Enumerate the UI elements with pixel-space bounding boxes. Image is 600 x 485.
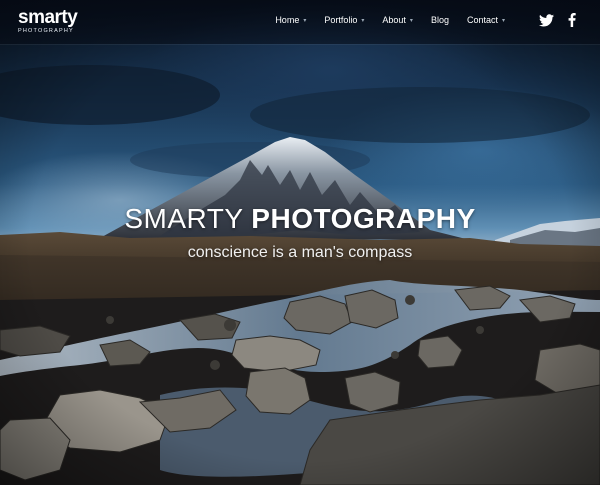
main-nav: Home ▾ Portfolio ▾ About ▾ Blog Contact …	[266, 15, 514, 25]
nav-item-about[interactable]: About ▾	[373, 15, 422, 25]
chevron-down-icon: ▾	[409, 17, 413, 24]
nav-item-blog[interactable]: Blog	[422, 15, 458, 25]
nav-item-label: Blog	[430, 15, 449, 25]
social-links	[539, 13, 576, 27]
nav-item-portfolio[interactable]: Portfolio ▾	[315, 15, 373, 25]
headline-bold-text: PHOTOGRAPHY	[251, 203, 476, 234]
brand-logo[interactable]: smarty PHOTOGRAPHY	[18, 7, 78, 35]
nav-item-label: Home	[275, 15, 300, 25]
chevron-down-icon: ▾	[361, 17, 365, 24]
nav-item-home[interactable]: Home ▾	[266, 15, 315, 25]
hero-tagline: conscience is a man's compass	[187, 244, 413, 261]
headline-light-text: SMARTY	[124, 203, 244, 234]
chevron-down-icon: ▾	[501, 17, 505, 24]
brand-name: smarty	[18, 7, 78, 28]
nav-item-label: Portfolio	[324, 15, 358, 25]
hero-section: smarty PHOTOGRAPHY Home ▾ Portfolio ▾ Ab…	[0, 0, 600, 485]
facebook-icon[interactable]	[568, 13, 576, 27]
chevron-down-icon: ▾	[303, 17, 307, 24]
hero-headline: SMARTY PHOTOGRAPHY	[0, 202, 600, 236]
nav-item-contact[interactable]: Contact ▾	[458, 15, 514, 25]
brand-subtitle: PHOTOGRAPHY	[18, 28, 74, 34]
nav-item-label: Contact	[466, 15, 498, 25]
nav-item-label: About	[382, 15, 406, 25]
twitter-icon[interactable]	[539, 13, 554, 27]
top-navbar: smarty PHOTOGRAPHY Home ▾ Portfolio ▾ Ab…	[0, 0, 600, 44]
